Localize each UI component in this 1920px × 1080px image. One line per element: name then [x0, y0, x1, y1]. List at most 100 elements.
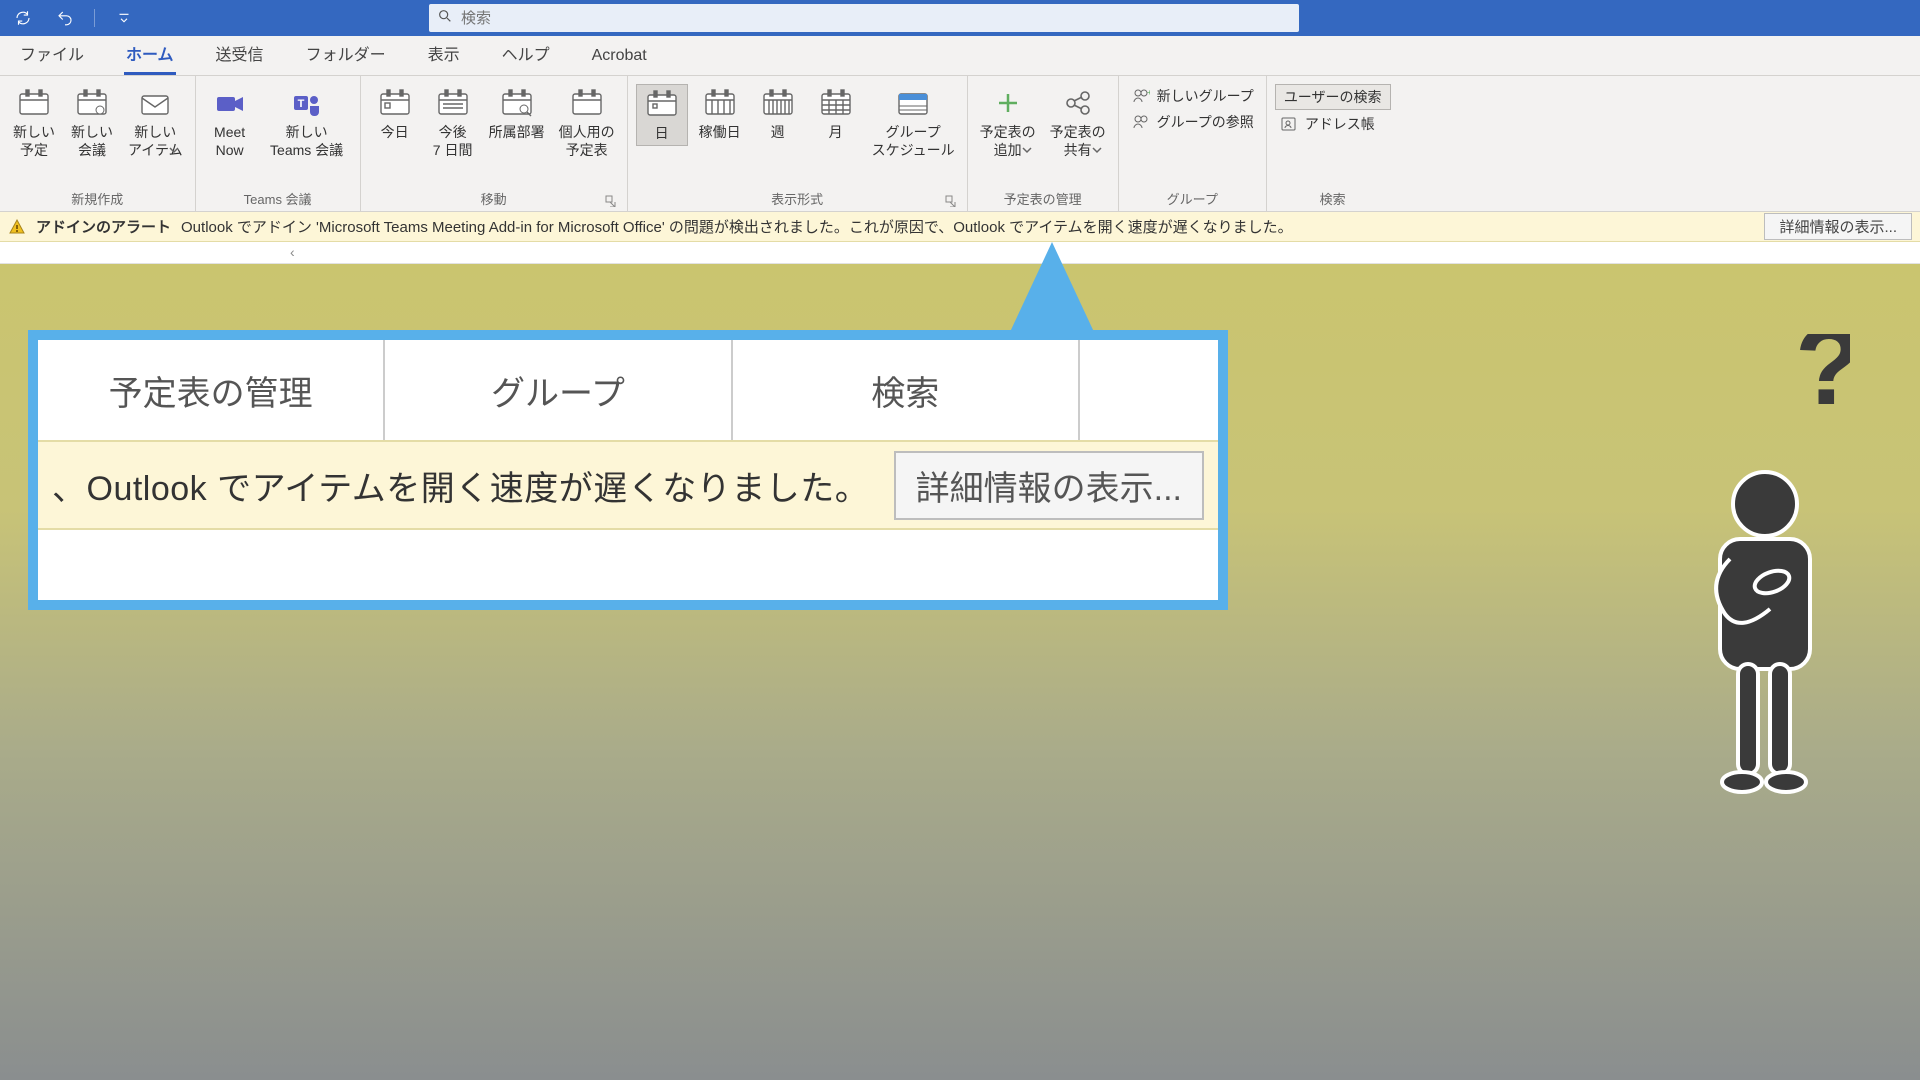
week-view-button[interactable]: 週: [752, 84, 804, 144]
calendar-icon: [15, 86, 53, 120]
callout-header-search: 検索: [733, 340, 1080, 440]
group-label: グループ: [1127, 189, 1258, 209]
dialog-launcher-icon[interactable]: [945, 195, 957, 207]
browse-groups-button[interactable]: グループの参照: [1127, 110, 1258, 134]
tab-file[interactable]: ファイル: [10, 33, 94, 75]
dialog-launcher-icon[interactable]: [605, 195, 617, 207]
calendar-day-icon: [643, 87, 681, 121]
add-calendar-button[interactable]: 予定表の 追加: [976, 84, 1040, 161]
group-label: 予定表の管理: [976, 189, 1110, 209]
label: 新しいグループ: [1157, 86, 1254, 106]
ribbon-group-teams: Meet Now T 新しい Teams 会議 Teams 会議: [196, 76, 361, 211]
share-calendar-button[interactable]: 予定表の 共有: [1046, 84, 1110, 161]
calendar-person-icon: [73, 86, 111, 120]
alert-message: Outlook でアドイン 'Microsoft Teams Meeting A…: [181, 216, 1293, 237]
callout-alert-row: 、Outlook でアイテムを開く速度が遅くなりました。 詳細情報の表示...: [38, 440, 1218, 530]
calendar-week-icon: [434, 86, 472, 120]
people-search-icon: [1131, 113, 1151, 131]
svg-text:+: +: [1147, 88, 1150, 97]
teams-icon: T: [288, 86, 326, 120]
month-view-button[interactable]: 月: [810, 84, 862, 144]
label: 日: [655, 125, 669, 143]
label: グループ スケジュール: [872, 124, 955, 159]
new-meeting-button[interactable]: 新しい 会議: [66, 84, 118, 161]
ribbon: 新しい 予定 新しい 会議 新しい アイテム 新規作成: [0, 76, 1920, 212]
group-label: 検索: [1275, 189, 1391, 209]
calendar-icon: [568, 86, 606, 120]
new-appointment-button[interactable]: 新しい 予定: [8, 84, 60, 161]
group-label: 新規作成: [8, 189, 187, 209]
address-book-button[interactable]: アドレス帳: [1275, 112, 1391, 136]
search-people-input[interactable]: ユーザーの検索: [1275, 84, 1391, 110]
ribbon-tabs: ファイル ホーム 送受信 フォルダー 表示 ヘルプ Acrobat: [0, 36, 1920, 76]
customize-qat-chevron-icon[interactable]: [107, 4, 141, 32]
chevron-down-icon: [1022, 142, 1032, 160]
ribbon-group-groups: + 新しいグループ グループの参照 グループ: [1119, 76, 1267, 211]
callout-details-button: 詳細情報の表示...: [894, 451, 1204, 520]
tab-folder[interactable]: フォルダー: [296, 33, 396, 75]
callout-header-manage: 予定表の管理: [38, 340, 385, 440]
label: 所属部署: [489, 124, 545, 142]
calendar-search-icon: [498, 86, 536, 120]
mail-icon: [136, 86, 174, 120]
refresh-icon[interactable]: [6, 4, 40, 32]
tab-send-receive[interactable]: 送受信: [206, 33, 274, 75]
schedule-view-button[interactable]: グループ スケジュール: [868, 84, 959, 161]
tab-help[interactable]: ヘルプ: [492, 33, 560, 75]
group-label: Teams 会議: [204, 189, 352, 209]
ribbon-group-new: 新しい 予定 新しい 会議 新しい アイテム 新規作成: [0, 76, 196, 211]
callout-blank-row: [38, 530, 1218, 600]
chevron-down-icon: [1092, 142, 1102, 160]
tab-home[interactable]: ホーム: [116, 33, 184, 75]
chevron-left-icon[interactable]: ‹: [290, 244, 295, 260]
new-group-button[interactable]: + 新しいグループ: [1127, 84, 1258, 108]
callout-alert-text: 、Outlook でアイテムを開く速度が遅くなりました。: [52, 461, 869, 510]
undo-icon[interactable]: [48, 4, 82, 32]
svg-text:?: ?: [1795, 334, 1850, 428]
search-input[interactable]: [461, 10, 1291, 27]
personal-calendar-button[interactable]: 個人用の 予定表: [555, 84, 619, 161]
people-plus-icon: +: [1131, 87, 1151, 105]
plus-icon: [989, 86, 1027, 120]
share-icon: [1059, 86, 1097, 120]
addin-alert-bar: アドインのアラート Outlook でアドイン 'Microsoft Teams…: [0, 212, 1920, 242]
next-7-days-button[interactable]: 今後 7 日間: [427, 84, 479, 161]
calendar-week-icon: [759, 86, 797, 120]
work-week-button[interactable]: 稼働日: [694, 84, 746, 144]
tab-acrobat[interactable]: Acrobat: [582, 39, 657, 75]
label: グループの参照: [1157, 112, 1254, 132]
new-items-button[interactable]: 新しい アイテム: [124, 84, 187, 161]
calendar-today-icon: [376, 86, 414, 120]
meet-now-button[interactable]: Meet Now: [204, 84, 256, 161]
label: 今日: [381, 124, 409, 142]
svg-text:T: T: [297, 98, 304, 110]
thinking-person-icon: ?: [1670, 334, 1850, 794]
today-button[interactable]: 今日: [369, 84, 421, 144]
callout-arrow: [1010, 242, 1094, 332]
label: 月: [829, 124, 843, 142]
warning-icon: [8, 218, 26, 236]
alert-details-button[interactable]: 詳細情報の表示...: [1764, 213, 1912, 240]
callout-header-blank: [1080, 340, 1218, 440]
calendar-schedule-icon: [894, 86, 932, 120]
new-teams-meeting-button[interactable]: T 新しい Teams 会議: [262, 84, 352, 161]
calendar-month-icon: [817, 86, 855, 120]
alert-title: アドインのアラート: [36, 216, 171, 237]
qat-separator: [94, 9, 95, 27]
ribbon-group-arrange: 日 稼働日 週 月 グループ スケジュール 表示形式: [628, 76, 968, 211]
title-bar: [0, 0, 1920, 36]
callout-header-group: グループ: [385, 340, 732, 440]
department-calendar-button[interactable]: 所属部署: [485, 84, 549, 144]
video-camera-icon: [211, 86, 249, 120]
label: 新しい 会議: [71, 124, 113, 159]
tab-view[interactable]: 表示: [418, 33, 470, 75]
day-view-button[interactable]: 日: [636, 84, 688, 146]
label: 稼働日: [699, 124, 741, 142]
ribbon-group-manage: 予定表の 追加 予定表の 共有 予定表の管理: [968, 76, 1119, 211]
label: 個人用の 予定表: [559, 124, 615, 159]
group-label: 表示形式: [636, 189, 959, 209]
label: Meet Now: [214, 124, 245, 159]
search-box[interactable]: [429, 4, 1299, 32]
label: 新しい Teams 会議: [270, 124, 343, 159]
zoom-callout: 予定表の管理 グループ 検索 、Outlook でアイテムを開く速度が遅くなりま…: [28, 330, 1228, 610]
